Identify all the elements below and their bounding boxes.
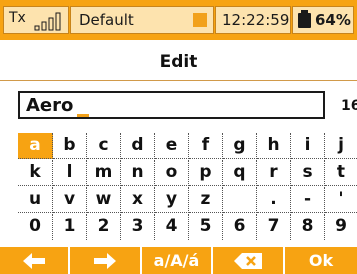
text-cursor xyxy=(77,114,89,117)
key-y[interactable]: y xyxy=(155,187,189,213)
key-r[interactable]: r xyxy=(257,160,291,186)
backspace-icon xyxy=(234,252,262,269)
bottom-button-bar: a/A/á Ok xyxy=(0,247,357,274)
key-p[interactable]: p xyxy=(189,160,223,186)
case-toggle-label: a/A/á xyxy=(153,251,200,270)
on-screen-keyboard: a b c d e f g h i j k l m n o p q r s t u v w x y z. - ' 0 1 2 3 4 5 6 7 8 9 xyxy=(18,133,357,240)
key-e[interactable]: e xyxy=(155,133,189,159)
tx-label: Tx xyxy=(9,10,26,26)
key-0[interactable]: 0 xyxy=(18,214,53,240)
name-input[interactable]: Aero xyxy=(18,91,325,119)
model-name: Default xyxy=(79,11,134,29)
key-u[interactable]: u xyxy=(18,187,53,213)
key-apostrophe[interactable]: ' xyxy=(325,187,357,213)
battery-icon xyxy=(298,10,311,28)
key-g[interactable]: g xyxy=(223,133,257,159)
key-c[interactable]: c xyxy=(87,133,121,159)
page-title: Edit xyxy=(159,52,198,72)
clock-time: 12:22:59 xyxy=(222,11,290,29)
model-box[interactable]: Default xyxy=(70,6,214,34)
key-v[interactable]: v xyxy=(53,187,87,213)
key-j[interactable]: j xyxy=(325,133,357,159)
remaining-chars: 16 xyxy=(341,98,357,114)
key-h[interactable]: h xyxy=(257,133,291,159)
key-m[interactable]: m xyxy=(87,160,121,186)
key-6[interactable]: 6 xyxy=(223,214,257,240)
key-b[interactable]: b xyxy=(53,133,87,159)
ok-label: Ok xyxy=(308,251,334,270)
cursor-left-button[interactable] xyxy=(0,247,70,274)
clock-box: 12:22:59 xyxy=(215,6,291,34)
battery-percent: 64% xyxy=(315,11,351,29)
key-period[interactable]: . xyxy=(257,187,291,213)
key-7[interactable]: 7 xyxy=(257,214,291,240)
key-f[interactable]: f xyxy=(189,133,223,159)
key-o[interactable]: o xyxy=(155,160,189,186)
key-i[interactable]: i xyxy=(291,133,325,159)
key-blank xyxy=(223,187,257,213)
key-l[interactable]: l xyxy=(53,160,87,186)
key-a[interactable]: a xyxy=(18,133,53,159)
key-d[interactable]: d xyxy=(121,133,155,159)
key-dash[interactable]: - xyxy=(291,187,325,213)
key-s[interactable]: s xyxy=(291,160,325,186)
signal-strength-icon xyxy=(34,12,61,31)
model-indicator-icon xyxy=(193,13,207,27)
ok-button[interactable]: Ok xyxy=(285,247,357,274)
key-z[interactable]: z xyxy=(189,187,223,213)
arrow-right-icon xyxy=(94,252,116,269)
backspace-button[interactable] xyxy=(213,247,285,274)
arrow-left-icon xyxy=(23,252,45,269)
key-x[interactable]: x xyxy=(121,187,155,213)
key-8[interactable]: 8 xyxy=(291,214,325,240)
key-2[interactable]: 2 xyxy=(87,214,121,240)
key-q[interactable]: q xyxy=(223,160,257,186)
key-k[interactable]: k xyxy=(18,160,53,186)
key-w[interactable]: w xyxy=(87,187,121,213)
battery-box: 64% xyxy=(292,6,354,34)
key-5[interactable]: 5 xyxy=(189,214,223,240)
title-divider xyxy=(0,80,357,81)
key-n[interactable]: n xyxy=(121,160,155,186)
key-3[interactable]: 3 xyxy=(121,214,155,240)
transmitter-signal-box: Tx xyxy=(3,6,69,34)
key-1[interactable]: 1 xyxy=(53,214,87,240)
key-9[interactable]: 9 xyxy=(325,214,357,240)
case-toggle-button[interactable]: a/A/á xyxy=(142,247,213,274)
key-t[interactable]: t xyxy=(325,160,357,186)
name-input-value: Aero xyxy=(26,95,74,116)
cursor-right-button[interactable] xyxy=(70,247,142,274)
key-4[interactable]: 4 xyxy=(155,214,189,240)
status-bar: Tx Default 12:22:59 64% xyxy=(0,0,357,40)
